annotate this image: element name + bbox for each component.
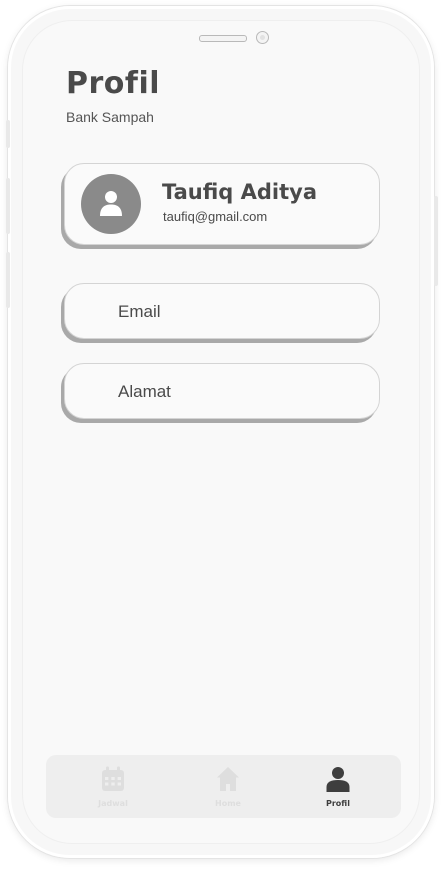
avatar	[81, 174, 141, 234]
nav-item-jadwal[interactable]: Jadwal	[54, 755, 172, 818]
calendar-icon	[102, 766, 124, 791]
earpiece-speaker	[199, 35, 247, 42]
side-button-left-1	[6, 120, 10, 148]
nav-item-home[interactable]: Home	[169, 755, 287, 818]
user-email: taufiq@gmail.com	[163, 209, 268, 224]
phone-frame	[8, 6, 434, 858]
profile-card[interactable]: Taufiq Aditya taufiq@gmail.com	[64, 163, 380, 245]
nav-label-home: Home	[215, 799, 241, 808]
nav-label-profil: Profil	[326, 799, 350, 808]
address-field-card[interactable]: Alamat	[64, 363, 380, 419]
address-field-label: Alamat	[118, 382, 171, 401]
nav-label-jadwal: Jadwal	[98, 799, 128, 808]
side-button-right	[434, 196, 438, 286]
email-field-label: Email	[118, 302, 161, 321]
home-icon	[217, 767, 239, 791]
page-title: Profil	[66, 66, 161, 101]
side-button-left-2	[6, 178, 10, 234]
email-field-card[interactable]: Email	[64, 283, 380, 339]
page-subtitle: Bank Sampah	[66, 109, 154, 125]
user-icon	[326, 767, 350, 792]
user-icon	[100, 191, 122, 216]
front-camera	[256, 31, 269, 44]
side-button-left-3	[6, 252, 10, 308]
bottom-navigation: Jadwal Home Profil	[46, 755, 401, 818]
user-name: Taufiq Aditya	[162, 180, 318, 204]
nav-item-profil[interactable]: Profil	[279, 755, 397, 818]
screen	[22, 20, 420, 844]
